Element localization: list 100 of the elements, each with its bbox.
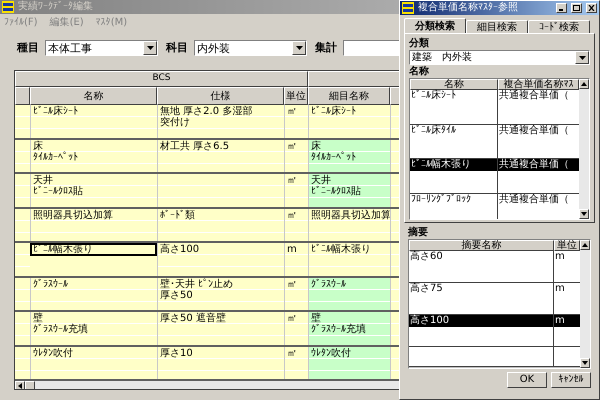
list-cell[interactable]: 共通複合単価（ — [498, 159, 579, 171]
table-cell[interactable]: 床 ﾀｲﾙｶｰﾍﾟｯﾄ — [308, 140, 390, 172]
cell-text: m — [287, 244, 298, 255]
column-header[interactable]: 仕様 — [157, 87, 284, 105]
scroll-left-icon[interactable] — [15, 381, 25, 389]
cell-text: ｳﾚﾀﾝ吹付 — [311, 348, 352, 358]
cell-text: 照明器具切込加算 — [33, 210, 114, 220]
window-title: 実績ﾜｰｸﾃﾞｰﾀ編集 — [18, 1, 93, 13]
dropdown[interactable]: 本体工事 — [45, 40, 158, 56]
list-item[interactable]: ﾋﾞﾆﾙ床ﾀｲﾙ — [410, 124, 497, 136]
vertical-scrollbar[interactable] — [580, 240, 590, 368]
cell-text: ㎡ — [287, 210, 298, 220]
cell-text: 無地 厚さ2.0 多湿部 — [160, 106, 254, 117]
column-header[interactable]: 複合単価名称ﾏｽ — [498, 79, 579, 90]
dropdown[interactable]: 内外装 — [194, 40, 307, 56]
table-cell[interactable]: m — [284, 243, 308, 276]
cell-text: ㎡ — [287, 106, 298, 117]
group-header: BCS — [15, 71, 308, 87]
cell-text: ｸﾞﾗｽｳｰﾙ — [311, 278, 347, 290]
table-cell[interactable]: 天井 ﾋﾞﾆｰﾙｸﾛｽ貼 — [30, 174, 157, 206]
table-cell[interactable]: ㎡ — [284, 346, 308, 379]
scroll-up-icon[interactable] — [581, 82, 587, 86]
column-header[interactable]: 名称 — [410, 79, 498, 90]
table-cell[interactable]: 壁 ｸﾞﾗｽｳｰﾙ充填 — [30, 312, 157, 344]
cell-text: ｳﾚﾀﾝ吹付 — [33, 348, 74, 358]
app-icon — [2, 1, 14, 13]
list-cell[interactable]: 共通複合単価（ — [498, 124, 579, 136]
table-cell[interactable]: ｸﾞﾗｽｳｰﾙ — [30, 278, 157, 310]
table-cell[interactable]: 天井 ﾋﾞﾆｰﾙｸﾛｽ貼 — [308, 174, 390, 206]
column-header[interactable]: 単位 — [284, 87, 308, 105]
table-cell[interactable]: 無地 厚さ2.0 多湿部 突付け — [157, 105, 284, 138]
table-cell[interactable]: ｸﾞﾗｽｳｰﾙ — [308, 278, 390, 310]
list-item[interactable]: ﾌﾛｰﾘﾝｸﾞﾌﾞﾛｯｸ — [410, 194, 497, 206]
table-cell[interactable]: ㎡ — [284, 140, 308, 172]
scroll-down-icon[interactable] — [582, 361, 588, 365]
scroll-down-icon[interactable] — [581, 212, 587, 216]
cell-text: ﾋﾞﾆｰﾙｸﾛｽ貼 — [33, 186, 84, 197]
table-cell[interactable]: 壁･天井 ﾋﾟﾝ止め 厚さ50 — [157, 278, 284, 310]
cell-text: 照明器具切込加算 — [311, 210, 388, 220]
cell-text: 天井 — [311, 175, 332, 186]
dropdown[interactable]: 建築 内外装 — [409, 50, 590, 65]
table-cell[interactable]: ㎡ — [284, 105, 308, 138]
cell-text: ㎡ — [287, 313, 298, 324]
column-header[interactable]: 単位 — [554, 240, 580, 251]
table-cell[interactable] — [157, 174, 284, 206]
cell-text: ㎡ — [287, 278, 298, 290]
maximize-icon[interactable] — [571, 3, 582, 13]
list-item[interactable]: 高さ100 — [409, 315, 553, 327]
table-cell[interactable]: ㎡ — [284, 312, 308, 344]
list-item[interactable]: 高さ75 — [409, 283, 553, 295]
list-item[interactable]: 高さ60 — [409, 251, 553, 263]
cell-text: ｸﾞﾗｽｳｰﾙ充填 — [33, 324, 89, 335]
table-cell[interactable]: 高さ100 — [157, 243, 284, 276]
cell-text: ｸﾞﾗｽｳｰﾙ — [33, 278, 69, 290]
cell-text: ﾋﾞﾆｰﾙｸﾛｽ貼 — [311, 186, 362, 197]
tab[interactable]: 分類検索 — [404, 18, 466, 33]
table-cell[interactable]: ﾋﾞﾆﾙ床ｼｰﾄ — [30, 105, 157, 138]
table-cell[interactable]: 床 ﾀｲﾙｶｰﾍﾟｯﾄ — [30, 140, 157, 172]
cell-text: ﾋﾞﾆﾙ床ｼｰﾄ — [311, 106, 357, 117]
table-cell[interactable]: ㎡ — [284, 278, 308, 310]
list-cell[interactable]: m — [554, 315, 580, 327]
table-cell[interactable]: 壁 ｸﾞﾗｽｳｰﾙ充填 — [308, 312, 390, 344]
cell-text: 壁 — [311, 313, 322, 324]
table-cell[interactable]: 照明器具切込加算 — [308, 208, 390, 241]
table-cell[interactable]: ﾋﾞﾆﾙ幅木張り — [308, 243, 390, 276]
table-cell[interactable]: 厚さ50 遮音壁 — [157, 312, 284, 344]
scroll-thumb[interactable] — [25, 381, 35, 389]
table-cell[interactable]: ｳﾚﾀﾝ吹付 — [308, 346, 390, 379]
list-cell[interactable]: m — [554, 283, 580, 295]
vertical-scrollbar[interactable] — [579, 79, 589, 219]
list-cell[interactable]: m — [554, 251, 580, 263]
close-icon[interactable] — [586, 3, 597, 13]
table-cell[interactable]: 厚さ10 — [157, 346, 284, 379]
column-header[interactable]: 細目名称 — [308, 87, 390, 105]
tab[interactable]: 細目検索 — [466, 20, 528, 33]
list-item[interactable]: ﾋﾞﾆﾙ床ｼｰﾄ — [410, 90, 497, 102]
table-cell[interactable]: ㎡ — [284, 174, 308, 206]
scroll-up-icon[interactable] — [582, 243, 588, 247]
list-cell[interactable]: 共通複合単価（ — [498, 194, 579, 206]
table-cell[interactable]: ㎡ — [284, 208, 308, 241]
dialog-button[interactable]: ｷｬﾝｾﾙ — [551, 372, 591, 388]
cell-text: ﾀｲﾙｶｰﾍﾟｯﾄ — [33, 152, 79, 162]
column-header[interactable]: 名称 — [30, 87, 157, 105]
table-cell[interactable]: 材工共 厚さ6.5 — [157, 140, 284, 172]
list-item[interactable]: ﾋﾞﾆﾙ幅木張り — [410, 159, 497, 171]
tab[interactable]: ｺｰﾄﾞ検索 — [528, 20, 590, 33]
table-cell[interactable]: ｳﾚﾀﾝ吹付 — [30, 346, 157, 379]
minimize-icon[interactable] — [556, 3, 567, 13]
cell-text: 厚さ50 — [160, 290, 194, 300]
table-cell[interactable]: ﾋﾞﾆﾙ床ｼｰﾄ — [308, 105, 390, 138]
cell-text: 厚さ50 遮音壁 — [160, 313, 227, 324]
cell-text: 高さ100 — [160, 244, 200, 255]
list-cell[interactable]: 共通複合単価（ — [498, 90, 579, 102]
cell-text: ﾎﾞｰﾄﾞ類 — [160, 210, 196, 220]
table-cell[interactable]: 照明器具切込加算 — [30, 208, 157, 241]
dialog-button[interactable]: OK — [507, 372, 547, 388]
filter-label: 科目 — [166, 40, 188, 56]
filter-label: 集計 — [315, 40, 337, 56]
cell-text: 壁･天井 ﾋﾟﾝ止め — [160, 278, 234, 290]
table-cell[interactable]: ﾎﾞｰﾄﾞ類 — [157, 208, 284, 241]
